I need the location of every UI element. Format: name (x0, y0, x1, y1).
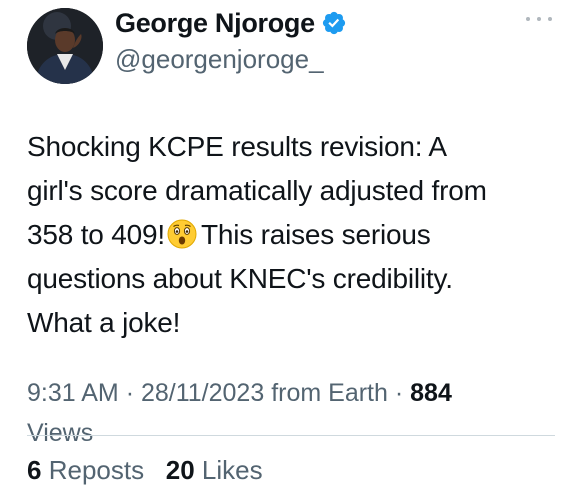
meta-line: 9:31 AM · 28/11/2023 from Earth · 884 (27, 373, 567, 413)
reposts-label[interactable]: Reposts (49, 455, 144, 485)
astonished-face-icon (167, 218, 197, 249)
tweet-date[interactable]: 28/11/2023 (141, 379, 264, 407)
dot (548, 17, 552, 21)
meta-separator: · (394, 379, 404, 407)
profile-photo (27, 8, 103, 84)
author-name[interactable]: George Njoroge (115, 8, 315, 39)
author-name-row: George Njoroge (115, 6, 347, 40)
views-label: Views (27, 419, 94, 447)
tweet-line: Shocking KCPE results revision: A (27, 131, 447, 162)
author-avatar[interactable] (27, 8, 103, 84)
tweet-source: from Earth (271, 379, 388, 407)
more-options-icon[interactable] (526, 12, 552, 26)
tweet-meta: 9:31 AM · 28/11/2023 from Earth · 884 Vi… (27, 373, 567, 453)
tweet-time[interactable]: 9:31 AM (27, 379, 119, 407)
meta-separator: · (125, 379, 135, 407)
tweet-fragment: This raises serious (200, 219, 431, 250)
tweet-line: 358 to 409! This raises serious (27, 213, 567, 257)
likes-count[interactable]: 20 (166, 455, 195, 485)
tweet-fragment: 358 to 409! (27, 219, 165, 250)
dot (526, 17, 530, 21)
author-handle[interactable]: @georgenjoroge_ (115, 44, 324, 75)
likes-label[interactable]: Likes (202, 455, 263, 485)
reposts-count[interactable]: 6 (27, 455, 41, 485)
views-count[interactable]: 884 (410, 379, 452, 407)
tweet-card: George Njoroge @georgenjoroge_ Shocking … (0, 0, 583, 500)
divider (27, 435, 555, 436)
tweet-line: questions about KNEC's credibility. (27, 263, 453, 294)
verified-badge-icon[interactable] (321, 10, 347, 36)
dot (537, 17, 541, 21)
tweet-text: Shocking KCPE results revision: A girl's… (27, 125, 567, 345)
engagement-stats: 6 Reposts 20 Likes (27, 450, 263, 490)
tweet-line: What a joke! (27, 307, 181, 338)
tweet-line: girl's score dramatically adjusted from (27, 175, 487, 206)
